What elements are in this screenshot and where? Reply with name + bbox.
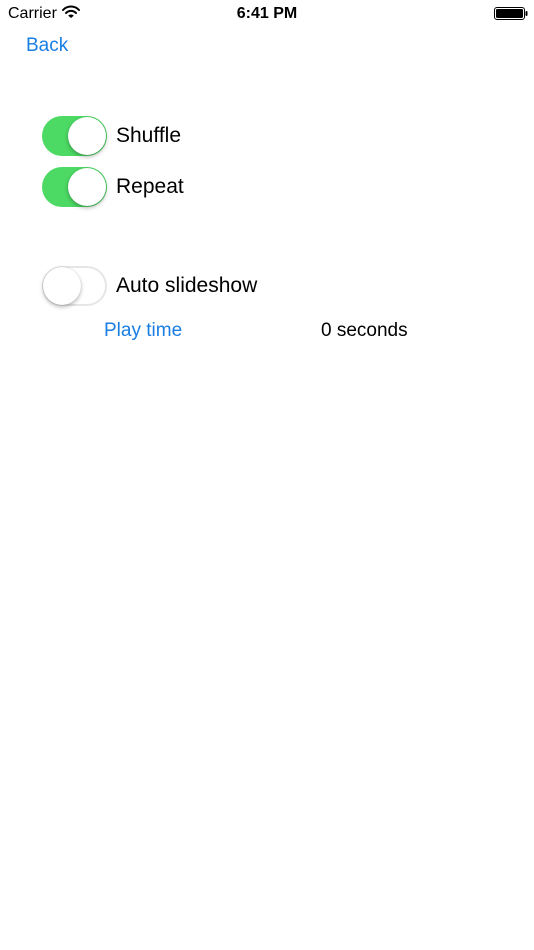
- repeat-label: Repeat: [116, 175, 184, 198]
- shuffle-label: Shuffle: [116, 124, 181, 147]
- play-time-button[interactable]: Play time: [104, 319, 182, 343]
- toggle-knob: [68, 168, 106, 206]
- auto-slideshow-toggle[interactable]: [42, 266, 107, 306]
- toggle-knob: [68, 117, 106, 155]
- play-time-value: 0 seconds: [321, 320, 408, 341]
- toggle-knob: [43, 267, 81, 305]
- repeat-toggle[interactable]: [42, 167, 107, 207]
- status-time: 6:41 PM: [236, 5, 298, 22]
- shuffle-row: Shuffle: [42, 116, 181, 156]
- battery-full-icon: [494, 7, 528, 20]
- auto-slideshow-label: Auto slideshow: [116, 274, 258, 297]
- repeat-row: Repeat: [42, 167, 184, 207]
- status-bar: Carrier 6:41 PM: [0, 0, 534, 28]
- shuffle-toggle[interactable]: [42, 116, 107, 156]
- auto-slideshow-row: Auto slideshow: [42, 266, 257, 306]
- back-button[interactable]: Back: [26, 34, 68, 58]
